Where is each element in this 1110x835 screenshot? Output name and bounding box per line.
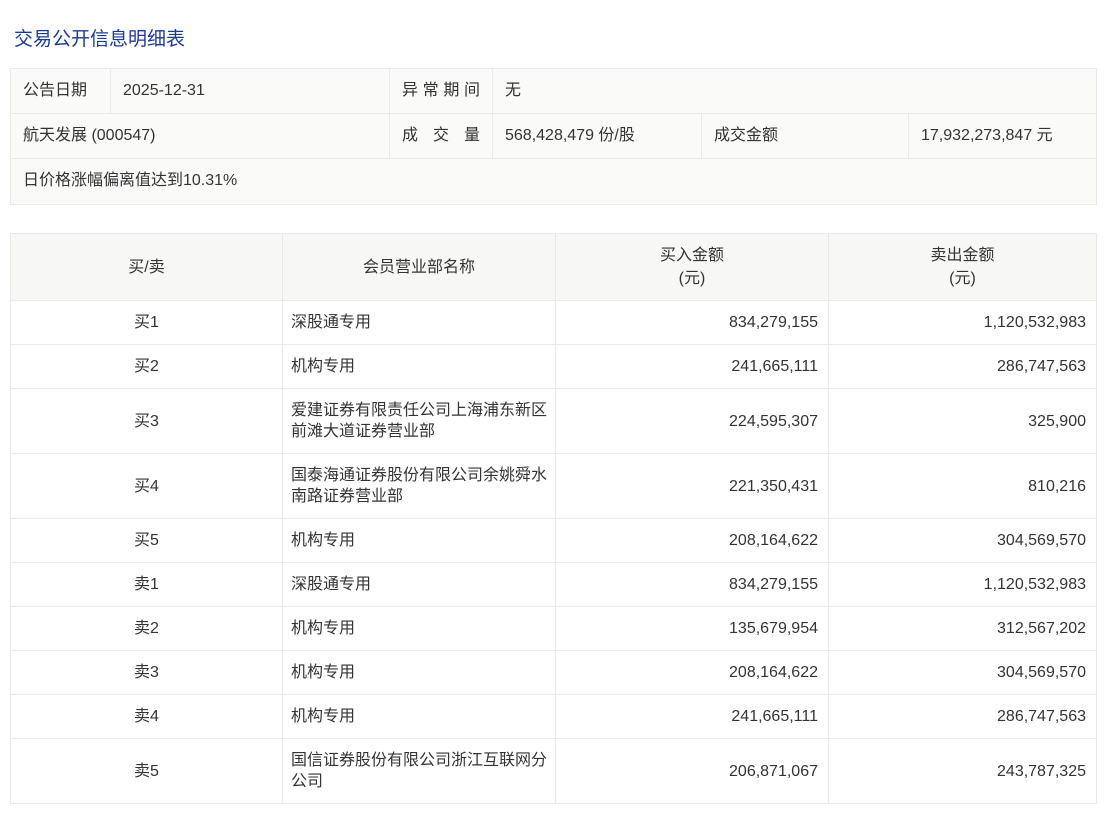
cell-side: 买3 [11,389,283,454]
cell-branch-name: 深股通专用 [283,301,556,345]
cell-buy-amount: 221,350,431 [556,454,829,519]
cell-sell-amount: 325,900 [829,389,1097,454]
cell-buy-amount: 834,279,155 [556,563,829,607]
cell-side: 卖2 [11,607,283,651]
cell-buy-amount: 208,164,622 [556,519,829,563]
cell-sell-amount: 243,787,325 [829,739,1097,804]
table-row: 卖4机构专用241,665,111286,747,563 [11,695,1097,739]
cell-side: 买5 [11,519,283,563]
cell-side: 买4 [11,454,283,519]
summary-row-stock: 航天发展 (000547) 成交量 568,428,479 份/股 成交金额 1… [11,114,1096,159]
table-row: 买4国泰海通证券股份有限公司余姚舜水南路证券营业部221,350,431810,… [11,454,1097,519]
page: 交易公开信息明细表 公告日期 2025-12-31 异常期间 无 航天发展 (0… [0,29,1110,804]
col-header-buy-line2: (元) [556,267,828,290]
table-header-row: 买/卖 会员营业部名称 买入金额 (元) 卖出金额 (元) [11,234,1097,301]
turnover-value: 17,932,273,847 元 [909,114,1096,158]
cell-side: 卖1 [11,563,283,607]
cell-branch-name: 深股通专用 [283,563,556,607]
cell-sell-amount: 1,120,532,983 [829,301,1097,345]
cell-buy-amount: 206,871,067 [556,739,829,804]
cell-sell-amount: 1,120,532,983 [829,563,1097,607]
cell-branch-name: 机构专用 [283,607,556,651]
cell-buy-amount: 224,595,307 [556,389,829,454]
table-row: 卖5国信证券股份有限公司浙江互联网分公司206,871,067243,787,3… [11,739,1097,804]
table-body: 买1深股通专用834,279,1551,120,532,983买2机构专用241… [11,301,1097,804]
announce-date-label: 公告日期 [11,69,111,113]
cell-sell-amount: 286,747,563 [829,695,1097,739]
table-row: 卖1深股通专用834,279,1551,120,532,983 [11,563,1097,607]
summary-row-date: 公告日期 2025-12-31 异常期间 无 [11,69,1096,114]
cell-branch-name: 国信证券股份有限公司浙江互联网分公司 [283,739,556,804]
cell-sell-amount: 312,567,202 [829,607,1097,651]
summary-row-deviation: 日价格涨幅偏离值达到10.31% [11,159,1096,204]
volume-value: 568,428,479 份/股 [493,114,702,158]
cell-side: 卖5 [11,739,283,804]
col-header-branch: 会员营业部名称 [283,234,556,301]
table-row: 卖3机构专用208,164,622304,569,570 [11,651,1097,695]
cell-buy-amount: 135,679,954 [556,607,829,651]
turnover-label: 成交金额 [702,114,909,158]
cell-sell-amount: 304,569,570 [829,519,1097,563]
cell-side: 买2 [11,345,283,389]
col-header-buy-line1: 买入金额 [556,244,828,267]
summary-panel: 公告日期 2025-12-31 异常期间 无 航天发展 (000547) 成交量… [10,68,1097,205]
col-header-sell-amount: 卖出金额 (元) [829,234,1097,301]
table-row: 卖2机构专用135,679,954312,567,202 [11,607,1097,651]
col-header-sell-line1: 卖出金额 [829,244,1096,267]
cell-sell-amount: 304,569,570 [829,651,1097,695]
cell-branch-name: 爱建证券有限责任公司上海浦东新区前滩大道证券营业部 [283,389,556,454]
cell-buy-amount: 241,665,111 [556,345,829,389]
deviation-note: 日价格涨幅偏离值达到10.31% [11,159,1096,204]
table-row: 买5机构专用208,164,622304,569,570 [11,519,1097,563]
col-header-side: 买/卖 [11,234,283,301]
table-row: 买3爱建证券有限责任公司上海浦东新区前滩大道证券营业部224,595,30732… [11,389,1097,454]
cell-branch-name: 机构专用 [283,651,556,695]
table-row: 买2机构专用241,665,111286,747,563 [11,345,1097,389]
cell-buy-amount: 208,164,622 [556,651,829,695]
cell-branch-name: 机构专用 [283,695,556,739]
cell-sell-amount: 810,216 [829,454,1097,519]
col-header-sell-line2: (元) [829,267,1096,290]
table-header: 买/卖 会员营业部名称 买入金额 (元) 卖出金额 (元) [11,234,1097,301]
announce-date-value: 2025-12-31 [111,69,390,113]
cell-side: 卖4 [11,695,283,739]
cell-branch-name: 机构专用 [283,345,556,389]
abnormal-period-label: 异常期间 [390,69,493,113]
stock-name: 航天发展 (000547) [11,114,390,158]
volume-label: 成交量 [390,114,493,158]
table-row: 买1深股通专用834,279,1551,120,532,983 [11,301,1097,345]
cell-branch-name: 国泰海通证券股份有限公司余姚舜水南路证券营业部 [283,454,556,519]
cell-buy-amount: 834,279,155 [556,301,829,345]
abnormal-period-value: 无 [493,69,1096,113]
cell-side: 买1 [11,301,283,345]
page-title: 交易公开信息明细表 [14,29,1097,50]
cell-branch-name: 机构专用 [283,519,556,563]
cell-buy-amount: 241,665,111 [556,695,829,739]
col-header-buy-amount: 买入金额 (元) [556,234,829,301]
cell-sell-amount: 286,747,563 [829,345,1097,389]
cell-side: 卖3 [11,651,283,695]
trade-detail-table: 买/卖 会员营业部名称 买入金额 (元) 卖出金额 (元) 买1深股通专用834… [10,233,1097,804]
